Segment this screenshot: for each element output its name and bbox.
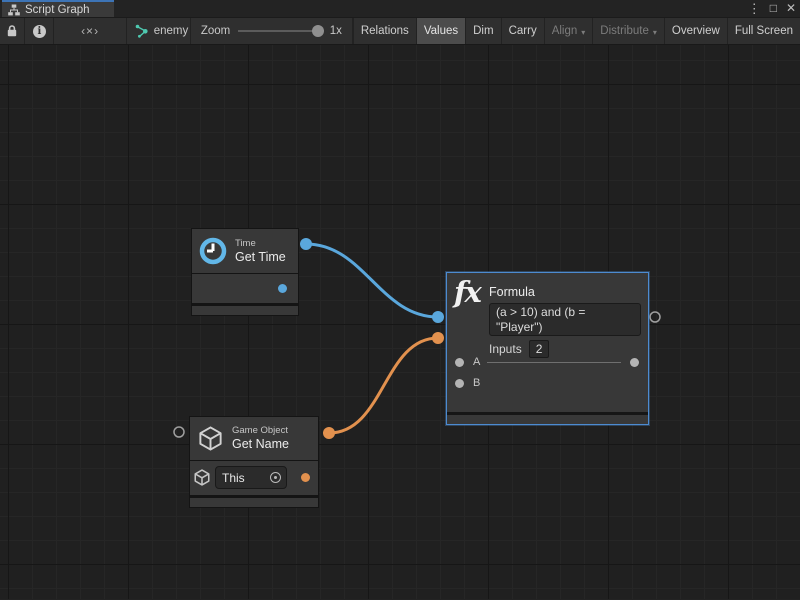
- align-button[interactable]: Align ▾: [544, 18, 593, 44]
- chevron-down-icon: ▾: [581, 28, 585, 37]
- script-graph-window: Script Graph ⋮ □ ✕ i ‹×›: [0, 0, 800, 600]
- node-category: Time: [235, 238, 286, 250]
- formula-input-a-port[interactable]: [455, 358, 464, 367]
- get-time-ports: [192, 274, 298, 303]
- node-get-name[interactable]: Game Object Get Name This: [190, 417, 318, 507]
- angle-x-icon: ‹×›: [81, 24, 99, 38]
- edge-endpoint-dot[interactable]: [432, 332, 444, 344]
- node-get-time[interactable]: Time Get Time: [192, 229, 298, 315]
- zoom-control: Zoom 1x: [191, 18, 353, 44]
- target-object-value: This: [222, 471, 245, 485]
- graph-toolbar: i ‹×› enemy Zoom 1x Relations: [0, 17, 800, 45]
- node-title: Formula: [489, 285, 535, 299]
- get-time-output-port[interactable]: [278, 284, 287, 293]
- fullscreen-button[interactable]: Full Screen: [727, 18, 800, 44]
- cube-icon: [193, 468, 211, 487]
- tab-bar: Script Graph ⋮ □ ✕: [0, 0, 800, 17]
- get-name-header: Game Object Get Name: [190, 417, 318, 460]
- edge-endpoint-dot[interactable]: [323, 427, 335, 439]
- get-time-footer: [192, 306, 298, 315]
- formula-output-port[interactable]: [630, 358, 639, 367]
- object-picker-icon[interactable]: [270, 472, 281, 483]
- edge-endpoint-dot[interactable]: [300, 238, 312, 250]
- edge-getname-to-formula[interactable]: [329, 338, 438, 433]
- code-view-button[interactable]: ‹×›: [54, 18, 126, 44]
- tab-title: Script Graph: [25, 4, 90, 16]
- maximize-icon[interactable]: □: [770, 0, 777, 17]
- zoom-slider-handle[interactable]: [312, 25, 324, 37]
- cube-icon: [197, 425, 224, 452]
- toolbar-buttons: Relations Values Dim Carry Align ▾ Distr…: [353, 18, 800, 44]
- relations-button[interactable]: Relations: [353, 18, 416, 44]
- graph-canvas[interactable]: Time Get Time fx Formula (a > 10) and (b…: [0, 45, 800, 599]
- info-button[interactable]: i: [25, 18, 54, 44]
- script-graph-asset-icon: [135, 24, 149, 38]
- values-button[interactable]: Values: [416, 18, 465, 44]
- lock-icon: [6, 24, 18, 38]
- close-icon[interactable]: ✕: [786, 0, 796, 17]
- value-connector-line: [487, 362, 621, 363]
- node-category: Game Object: [232, 425, 289, 437]
- node-title: Get Time: [235, 250, 286, 265]
- edge-layer: [0, 45, 800, 599]
- distribute-button[interactable]: Distribute ▾: [592, 18, 664, 44]
- window-controls: ⋮ □ ✕: [748, 0, 796, 17]
- formula-expression-input[interactable]: (a > 10) and (b = "Player"): [489, 303, 641, 336]
- graph-name: enemy: [154, 25, 189, 37]
- clock-icon: [199, 237, 227, 265]
- tab-script-graph[interactable]: Script Graph: [2, 0, 114, 17]
- edge-endpoint-dot[interactable]: [432, 311, 444, 323]
- formula-fx-icon: fx: [454, 275, 480, 309]
- carry-button[interactable]: Carry: [501, 18, 544, 44]
- edge-gettime-to-formula[interactable]: [306, 244, 438, 317]
- port-label: B: [473, 377, 480, 389]
- node-title: Get Name: [232, 437, 289, 452]
- get-time-header: Time Get Time: [192, 229, 298, 273]
- getname-target-outer-port[interactable]: [174, 427, 184, 437]
- get-name-footer: [190, 498, 318, 507]
- formula-input-b-port[interactable]: [455, 379, 464, 388]
- graph-breadcrumb[interactable]: enemy: [127, 18, 191, 44]
- formula-footer: [447, 415, 648, 424]
- get-name-output-port[interactable]: [301, 473, 310, 482]
- hierarchy-icon: [8, 4, 20, 16]
- zoom-label: Zoom: [201, 25, 230, 37]
- get-name-ports: This: [190, 461, 318, 495]
- formula-row-a: A: [447, 352, 648, 372]
- node-formula[interactable]: fx Formula (a > 10) and (b = "Player") I…: [446, 272, 649, 425]
- zoom-slider[interactable]: [238, 30, 321, 32]
- lock-button[interactable]: [0, 18, 25, 44]
- overview-button[interactable]: Overview: [664, 18, 727, 44]
- chevron-down-icon: ▾: [653, 28, 657, 37]
- port-label: A: [473, 356, 480, 368]
- window-menu-icon[interactable]: ⋮: [748, 0, 761, 17]
- zoom-value: 1x: [330, 25, 342, 37]
- formula-row-b: B: [447, 373, 648, 393]
- target-object-field[interactable]: This: [215, 466, 287, 489]
- dim-button[interactable]: Dim: [465, 18, 500, 44]
- formula-main: fx Formula (a > 10) and (b = "Player") I…: [447, 273, 648, 412]
- formula-output-outer-port[interactable]: [650, 312, 660, 322]
- info-icon: i: [33, 25, 46, 38]
